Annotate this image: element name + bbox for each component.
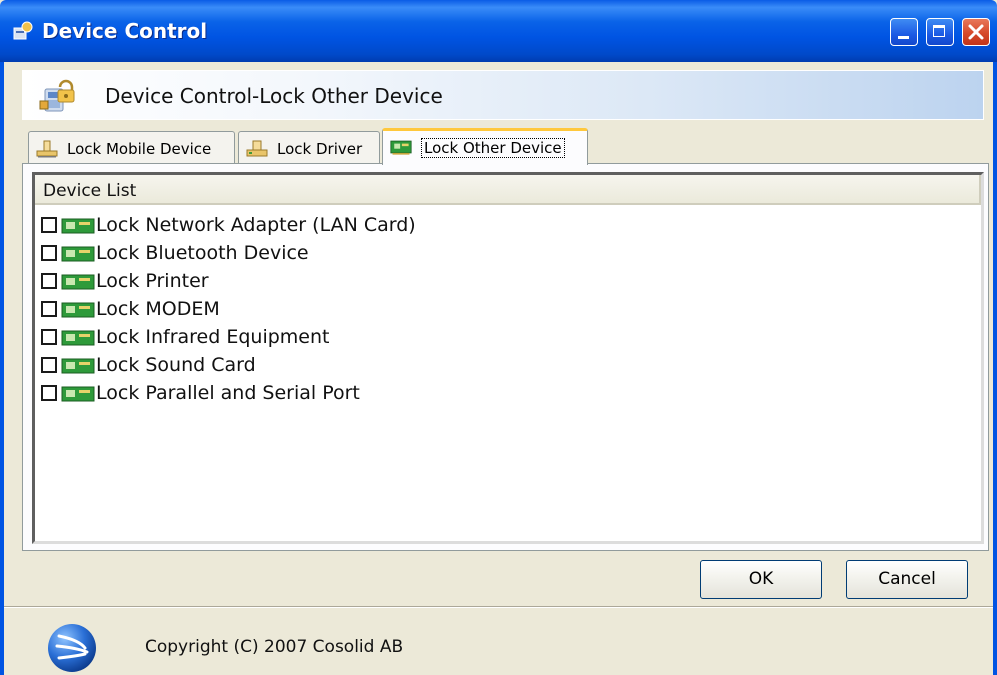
ok-button[interactable]: OK xyxy=(700,560,822,599)
close-button[interactable] xyxy=(962,18,990,46)
checkbox[interactable] xyxy=(41,217,57,233)
footer-divider xyxy=(4,606,993,608)
window-title: Device Control xyxy=(42,19,208,43)
maximize-button[interactable] xyxy=(926,18,954,46)
tab-label: Lock Other Device xyxy=(421,138,565,158)
network-card-icon xyxy=(390,140,412,155)
tab-lock-other-device[interactable]: Lock Other Device xyxy=(382,128,588,165)
maximize-icon xyxy=(933,25,945,37)
network-card-icon xyxy=(61,246,95,262)
column-header-label: Device List xyxy=(43,181,137,201)
tab-label: Lock Mobile Device xyxy=(67,140,212,158)
checkbox[interactable] xyxy=(41,357,57,373)
item-label: Lock Parallel and Serial Port xyxy=(96,382,360,404)
network-card-icon xyxy=(61,302,95,318)
banner-title: Device Control-Lock Other Device xyxy=(105,84,443,108)
gear-lock-icon xyxy=(13,21,33,40)
list-column-header[interactable]: Device List xyxy=(35,175,981,205)
tab-lock-driver[interactable]: Lock Driver xyxy=(238,131,380,164)
copyright-text: Copyright (C) 2007 Cosolid AB xyxy=(145,637,404,657)
checkbox[interactable] xyxy=(41,329,57,345)
cosolid-logo-icon xyxy=(48,624,96,672)
cancel-button[interactable]: Cancel xyxy=(846,560,968,599)
checkbox[interactable] xyxy=(41,245,57,261)
network-card-icon xyxy=(61,386,95,402)
item-label: Lock Sound Card xyxy=(96,354,256,376)
device-list[interactable]: Device List Lock Network Adapter (LAN Ca… xyxy=(32,172,984,544)
title-bar[interactable]: Device Control xyxy=(0,0,997,62)
header-banner: Device Control-Lock Other Device xyxy=(22,70,984,120)
network-card-icon xyxy=(61,218,95,234)
drive-icon xyxy=(246,140,268,157)
minimize-icon xyxy=(898,36,909,39)
tab-lock-mobile-device[interactable]: Lock Mobile Device xyxy=(28,131,235,164)
item-label: Lock Printer xyxy=(96,270,209,292)
item-label: Lock MODEM xyxy=(96,298,220,320)
network-card-icon xyxy=(61,358,95,374)
item-label: Lock Infrared Equipment xyxy=(96,326,330,348)
usb-drive-icon xyxy=(36,140,58,158)
item-label: Lock Network Adapter (LAN Card) xyxy=(96,214,416,236)
network-card-icon xyxy=(61,274,95,290)
minimize-button[interactable] xyxy=(890,18,918,46)
device-lock-icon xyxy=(39,79,75,112)
close-icon xyxy=(968,24,984,40)
checkbox[interactable] xyxy=(41,273,57,289)
checkbox[interactable] xyxy=(41,301,57,317)
checkbox[interactable] xyxy=(41,385,57,401)
item-label: Lock Bluetooth Device xyxy=(96,242,309,264)
tab-label: Lock Driver xyxy=(277,140,363,158)
network-card-icon xyxy=(61,330,95,346)
